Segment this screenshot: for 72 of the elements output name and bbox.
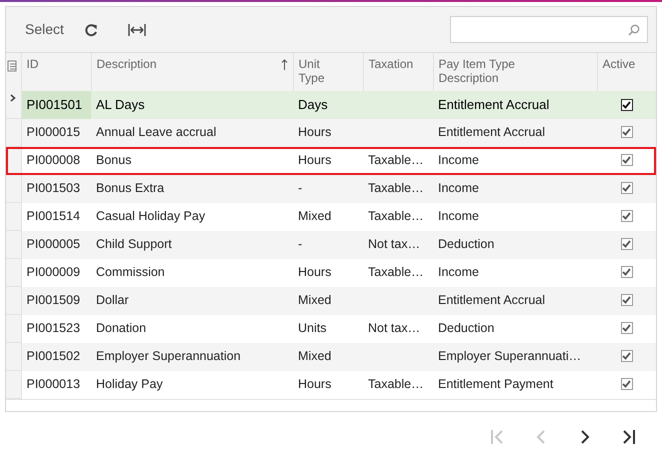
checkbox[interactable] [620,98,632,111]
table-cell: Employer Superannuation [91,342,293,370]
column-header[interactable]: ID [26,57,38,71]
table-cell: Income [433,258,597,286]
bar-chevron-icon [622,428,636,446]
table-cell: Bonus [91,146,293,174]
table-cell: Mixed [293,286,363,314]
table-cell: PI001502 [21,342,91,370]
table-cell: Annual Leave accrual [91,118,293,146]
checkbox[interactable] [620,378,632,390]
table-cell: Donation [91,314,293,342]
column-header[interactable]: Description [96,57,157,71]
table-cell: Hours [293,370,363,398]
table-cell: - [293,174,363,202]
fit-width-icon [128,22,146,36]
checkbox[interactable] [620,154,632,166]
table-cell: Income [433,202,597,230]
checkbox[interactable] [620,182,632,194]
checkbox[interactable] [620,322,632,334]
table-cell: Entitlement Payment [433,370,597,398]
table-cell: Holiday Pay [91,370,293,398]
table-cell: Income [433,174,597,202]
table-cell: Not tax… [363,230,433,258]
refresh-icon [84,22,98,36]
table-cell: PI000008 [21,146,91,174]
table-cell: Days [293,90,363,118]
column-settings-icon[interactable] [7,60,18,72]
checkbox[interactable] [620,126,632,138]
table-cell: Taxable… [363,146,433,174]
table-cell: Casual Holiday Pay [91,202,293,230]
search-field[interactable] [450,16,648,43]
table-cell: PI001509 [21,286,91,314]
table-cell: Mixed [293,202,363,230]
checkbox[interactable] [620,294,632,306]
table-cell: Dollar [91,286,293,314]
table-cell: PI000005 [21,230,91,258]
table-cell: Child Support [91,230,293,258]
table-cell: PI001501 [21,90,91,118]
bar-chevron-icon [490,428,504,446]
table-cell: Mixed [293,342,363,370]
table-cell: Hours [293,118,363,146]
checkbox[interactable] [620,350,632,362]
table-cell: Taxable… [363,174,433,202]
table-cell: PI001503 [21,174,91,202]
table-cell: Income [433,146,597,174]
table-cell: Entitlement Accrual [433,90,597,118]
checkbox[interactable] [620,266,632,278]
table-cell: Bonus Extra [91,174,293,202]
table-cell: PI000015 [21,118,91,146]
table-cell: Taxable… [363,258,433,286]
checkbox[interactable] [620,210,632,222]
table-cell: Entitlement Accrual [433,286,597,314]
table-cell: Hours [293,146,363,174]
table-cell: Not tax… [363,314,433,342]
table-cell: - [293,230,363,258]
table-cell: Taxable… [363,370,433,398]
table-cell: PI000013 [21,370,91,398]
table-cell: Commission [91,258,293,286]
table-cell: AL Days [91,90,293,118]
table-cell: Deduction [433,230,597,258]
table-cell: Taxable… [363,202,433,230]
table-cell: PI001523 [21,314,91,342]
search-icon [628,24,640,36]
table-cell: Employer Superannuati… [433,342,597,370]
select-button[interactable]: Select [18,15,71,44]
checkbox[interactable] [620,238,632,250]
table-cell: PI000009 [21,258,91,286]
table-cell: Hours [293,258,363,286]
table-cell: Entitlement Accrual [433,118,597,146]
table-cell: Deduction [433,314,597,342]
table-cell: PI001514 [21,202,91,230]
table-cell: Units [293,314,363,342]
